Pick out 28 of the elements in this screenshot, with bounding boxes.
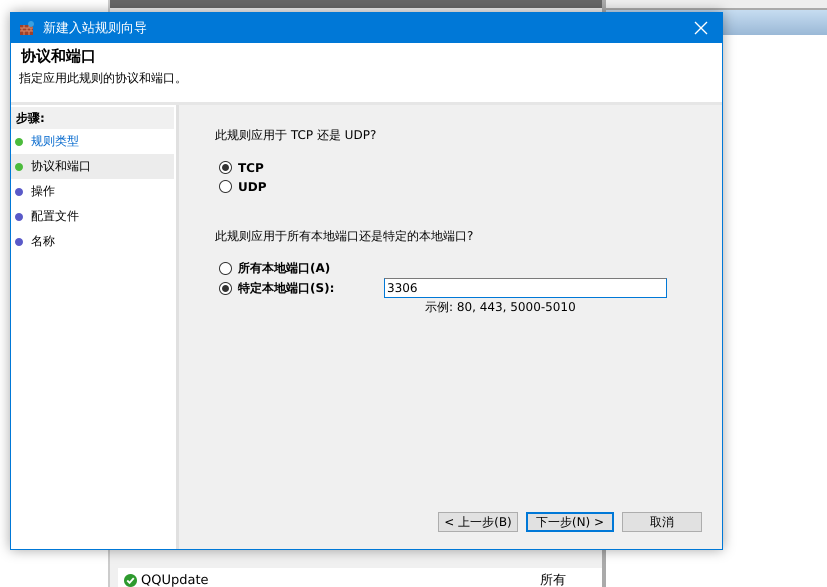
radio-button[interactable] bbox=[219, 282, 232, 294]
window-title: 新建入站规则向导 bbox=[43, 20, 148, 37]
radio-button[interactable] bbox=[219, 180, 232, 193]
cancel-button[interactable]: 取消 bbox=[622, 512, 702, 532]
close-icon[interactable] bbox=[694, 21, 708, 35]
example-text: 示例: 80, 443, 5000-5010 bbox=[425, 299, 577, 316]
step-item[interactable]: 配置文件 bbox=[11, 204, 174, 229]
radio-label[interactable]: TCP bbox=[238, 160, 264, 174]
rule-name: QQUpdate bbox=[141, 572, 210, 587]
step-item[interactable]: 规则类型 bbox=[11, 129, 174, 154]
question-text: 此规则应用于 TCP 还是 UDP? bbox=[215, 127, 378, 144]
back-button[interactable]: < 上一步(B) bbox=[438, 512, 518, 532]
step-item[interactable]: 操作 bbox=[11, 179, 174, 204]
step-item[interactable]: 协议和端口 bbox=[11, 154, 174, 179]
port-field[interactable]: 3306 bbox=[384, 278, 667, 298]
firewall-icon bbox=[19, 20, 35, 36]
radio-label[interactable]: 特定本地端口(S): bbox=[238, 280, 334, 296]
page-subtitle: 指定应用此规则的协议和端口。 bbox=[19, 70, 188, 87]
steps-heading: 步骤: bbox=[11, 107, 174, 129]
radio-button[interactable] bbox=[219, 262, 232, 275]
radio-label[interactable]: 所有本地端口(A) bbox=[238, 260, 330, 277]
radio-button[interactable] bbox=[219, 161, 232, 174]
step-item[interactable]: 名称 bbox=[11, 229, 174, 254]
question-text: 此规则应用于所有本地端口还是特定的本地端口? bbox=[215, 228, 474, 245]
radio-label[interactable]: UDP bbox=[238, 180, 266, 194]
next-button[interactable]: 下一步(N) > bbox=[526, 512, 614, 532]
table-cell-text: 所有 bbox=[540, 572, 566, 587]
page-title: 协议和端口 bbox=[20, 47, 97, 66]
